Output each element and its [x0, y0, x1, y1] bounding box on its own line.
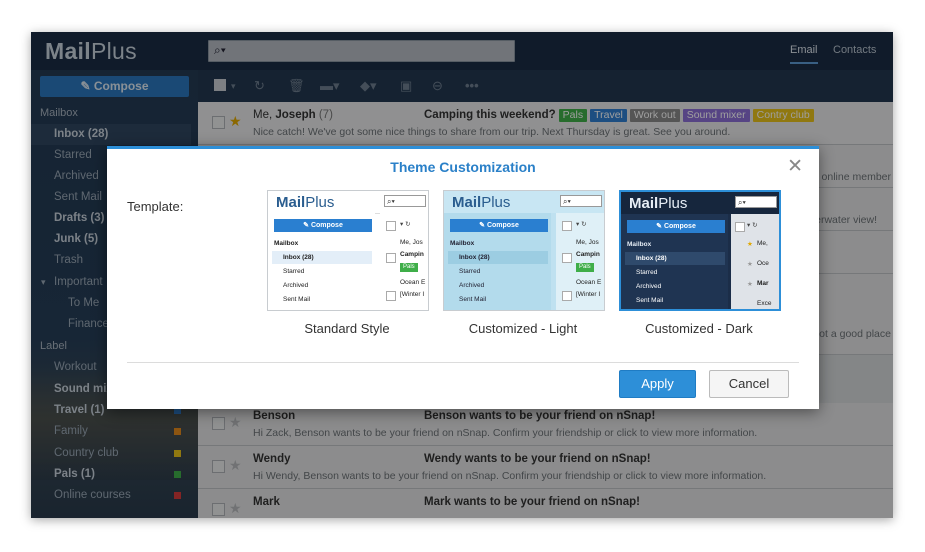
mini-item: Starred — [283, 268, 305, 275]
mini-logo: MailPlus — [629, 195, 688, 212]
mini-sidebar: ✎ Compose Mailbox Inbox (28) Starred Arc… — [444, 213, 551, 310]
template-caption: Customized - Dark — [645, 321, 753, 336]
mini-topbar: MailPlus ⌕▾ — [444, 191, 604, 213]
mini-topbar: MailPlus ⌕▾ — [621, 192, 779, 214]
mini-item: Sent Mail — [459, 296, 487, 303]
mini-text: Me, Jos — [400, 239, 423, 246]
close-icon[interactable]: ✕ — [787, 155, 803, 178]
mini-text: Exce — [757, 300, 772, 307]
mini-compose: ✎ Compose — [450, 219, 548, 232]
mini-list: ▾ ↻ ★ Me, ★ Oce ★ Mar Exce — [731, 214, 779, 309]
mini-item: Inbox (28) — [272, 251, 372, 264]
mini-checkbox — [735, 222, 745, 232]
apply-button[interactable]: Apply — [619, 370, 696, 398]
divider — [127, 362, 799, 363]
mini-search: ⌕▾ — [735, 196, 777, 208]
mini-sidebar: ✎ Compose Mailbox Inbox (28) Starred Arc… — [621, 214, 728, 309]
mini-checkbox — [562, 221, 572, 231]
template-dark[interactable]: MailPlus ⌕▾ ✎ Compose Mailbox Inbox (28)… — [619, 190, 781, 311]
mini-text: Campin — [400, 251, 424, 258]
mini-text: Ocean E — [400, 279, 426, 286]
mini-item: Sent Mail — [636, 297, 664, 304]
mini-chevron-icon: ▾ ↻ — [576, 221, 587, 228]
mini-compose: ✎ Compose — [627, 220, 725, 233]
mini-item: Sent Mail — [283, 296, 311, 303]
mini-tag: Pals — [400, 263, 418, 272]
mini-item: Archived — [459, 282, 485, 289]
mini-mailbox: Mailbox — [450, 240, 475, 247]
mini-chevron-icon: ▾ ↻ — [747, 222, 758, 229]
dialog-title: Theme Customization — [390, 159, 536, 175]
cancel-button[interactable]: Cancel — [709, 370, 789, 398]
mini-checkbox — [386, 291, 396, 301]
mini-checkbox — [386, 221, 396, 231]
mini-mailbox: Mailbox — [274, 240, 299, 247]
mini-mailbox: Mailbox — [627, 241, 652, 248]
mini-logo: MailPlus — [276, 194, 335, 211]
template-caption: Standard Style — [304, 321, 390, 336]
mini-logo: MailPlus — [452, 194, 511, 211]
mini-text: [Winter I — [400, 291, 425, 298]
mini-topbar: MailPlus ⌕▾ — [268, 191, 428, 214]
mini-star-icon: ★ — [747, 261, 753, 268]
mini-search: ⌕▾ — [384, 195, 426, 207]
template-label: Template: — [127, 199, 184, 214]
mini-text: Oce — [757, 260, 769, 267]
mini-item: Archived — [636, 283, 662, 290]
mini-list: ▾ ↻ Me, Jos Campin Pals Ocean E [Winter … — [380, 213, 428, 310]
theme-customization-dialog: Theme Customization ✕ Template: MailPlus… — [107, 146, 819, 409]
mini-checkbox — [562, 291, 572, 301]
mini-sidebar: ✎ Compose Mailbox Inbox (28) Starred Arc… — [268, 213, 375, 310]
mini-text: [Winter I — [576, 291, 601, 298]
mini-compose: ✎ Compose — [274, 219, 372, 232]
mini-item: Inbox (28) — [448, 251, 548, 264]
mini-star-icon: ★ — [747, 241, 753, 248]
template-caption: Customized - Light — [468, 321, 578, 336]
mini-text: Ocean E — [576, 279, 602, 286]
mini-tag: Pals — [576, 263, 594, 272]
mini-item: Starred — [636, 269, 658, 276]
mini-text: Campin — [576, 251, 600, 258]
template-light[interactable]: MailPlus ⌕▾ ✎ Compose Mailbox Inbox (28)… — [443, 190, 605, 311]
mini-search: ⌕▾ — [560, 195, 602, 207]
template-standard[interactable]: MailPlus ⌕▾ ✎ Compose Mailbox Inbox (28)… — [267, 190, 429, 311]
mini-list: ▾ ↻ Me, Jos Campin Pals Ocean E [Winter … — [556, 213, 604, 310]
mini-text: Me, Jos — [576, 239, 599, 246]
mini-chevron-icon: ▾ ↻ — [400, 221, 411, 228]
mini-item: Starred — [459, 268, 481, 275]
mini-item: Inbox (28) — [625, 252, 725, 265]
mini-text: Me, — [757, 240, 768, 247]
mini-checkbox — [386, 253, 396, 263]
mini-text: Mar — [757, 280, 769, 287]
mini-star-icon: ★ — [747, 281, 753, 288]
mini-checkbox — [562, 253, 572, 263]
mini-item: Archived — [283, 282, 309, 289]
